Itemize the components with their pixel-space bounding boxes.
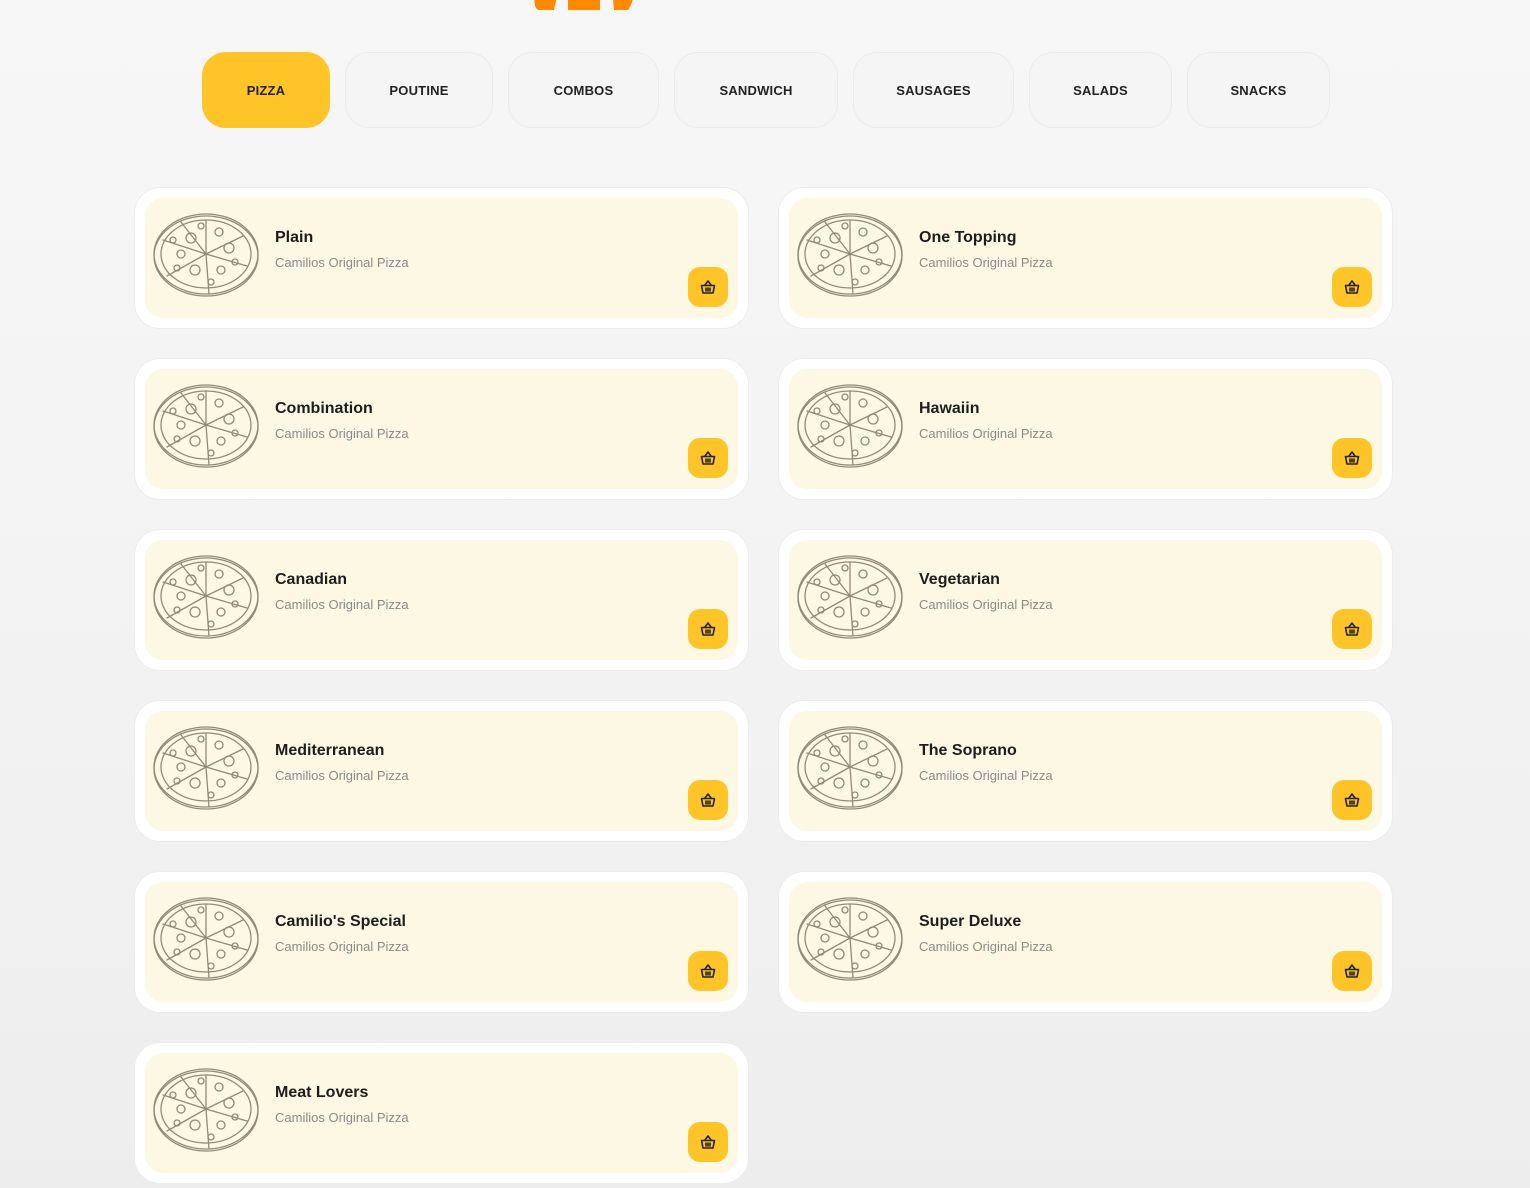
basket-icon xyxy=(700,963,716,979)
item-name: Plain xyxy=(275,229,314,246)
pizza-sketch-icon xyxy=(151,1065,261,1155)
basket-icon xyxy=(1344,792,1360,808)
basket-icon xyxy=(1344,450,1360,466)
add-to-cart-button[interactable] xyxy=(688,780,728,820)
add-to-cart-button[interactable] xyxy=(688,438,728,478)
item-subtitle: Camilios Original Pizza xyxy=(275,255,409,270)
item-name: Combination xyxy=(275,400,373,417)
menu-item-card[interactable]: Hawaiin Camilios Original Pizza xyxy=(778,358,1393,500)
menu-item-panel: Canadian Camilios Original Pizza xyxy=(145,540,738,660)
menu-item-card[interactable]: Camilio's Special Camilios Original Pizz… xyxy=(134,871,749,1013)
menu-item-panel: One Topping Camilios Original Pizza xyxy=(789,198,1382,318)
item-subtitle: Camilios Original Pizza xyxy=(919,597,1053,612)
add-to-cart-button[interactable] xyxy=(688,609,728,649)
pizza-sketch-icon xyxy=(795,552,905,642)
item-name: Camilio's Special xyxy=(275,913,406,930)
menu-item-panel: Meat Lovers Camilios Original Pizza xyxy=(145,1053,738,1173)
add-to-cart-button[interactable] xyxy=(688,951,728,991)
menu-item-panel: Hawaiin Camilios Original Pizza xyxy=(789,369,1382,489)
add-to-cart-button[interactable] xyxy=(688,1122,728,1162)
item-subtitle: Camilios Original Pizza xyxy=(275,597,409,612)
pizza-sketch-icon xyxy=(151,723,261,813)
menu-item-panel: Super Deluxe Camilios Original Pizza xyxy=(789,882,1382,1002)
item-name: One Topping xyxy=(919,229,1017,246)
pizza-sketch-icon xyxy=(151,552,261,642)
pizza-sketch-icon xyxy=(151,210,261,300)
basket-icon xyxy=(700,450,716,466)
menu-item-panel: Mediterranean Camilios Original Pizza xyxy=(145,711,738,831)
item-name: Canadian xyxy=(275,571,348,588)
basket-icon xyxy=(700,1134,716,1150)
tab-combos[interactable]: COMBOS xyxy=(508,52,659,128)
tab-sandwich[interactable]: SANDWICH xyxy=(674,52,838,128)
menu-item-card[interactable]: The Soprano Camilios Original Pizza xyxy=(778,700,1393,842)
pizza-sketch-icon xyxy=(151,381,261,471)
basket-icon xyxy=(700,279,716,295)
tab-poutine[interactable]: POUTINE xyxy=(345,52,493,128)
item-subtitle: Camilios Original Pizza xyxy=(919,768,1053,783)
item-name: Meat Lovers xyxy=(275,1084,369,1101)
pizza-sketch-icon xyxy=(795,381,905,471)
basket-icon xyxy=(1344,963,1360,979)
add-to-cart-button[interactable] xyxy=(1332,951,1372,991)
basket-icon xyxy=(1344,621,1360,637)
item-name: Super Deluxe xyxy=(919,913,1022,930)
item-subtitle: Camilios Original Pizza xyxy=(919,939,1053,954)
pizza-sketch-icon xyxy=(795,894,905,984)
menu-item-card[interactable]: Mediterranean Camilios Original Pizza xyxy=(134,700,749,842)
menu-item-card[interactable]: One Topping Camilios Original Pizza xyxy=(778,187,1393,329)
item-name: Vegetarian xyxy=(919,571,1000,588)
item-subtitle: Camilios Original Pizza xyxy=(919,426,1053,441)
add-to-cart-button[interactable] xyxy=(688,267,728,307)
tab-snacks[interactable]: SNACKS xyxy=(1187,52,1330,128)
menu-item-panel: Vegetarian Camilios Original Pizza xyxy=(789,540,1382,660)
pizza-sketch-icon xyxy=(795,210,905,300)
item-subtitle: Camilios Original Pizza xyxy=(275,939,409,954)
pizza-sketch-icon xyxy=(151,894,261,984)
menu-item-card[interactable]: Meat Lovers Camilios Original Pizza xyxy=(134,1042,749,1184)
item-subtitle: Camilios Original Pizza xyxy=(275,768,409,783)
add-to-cart-button[interactable] xyxy=(1332,267,1372,307)
item-subtitle: Camilios Original Pizza xyxy=(275,426,409,441)
basket-icon xyxy=(700,621,716,637)
item-subtitle: Camilios Original Pizza xyxy=(919,255,1053,270)
menu-item-card[interactable]: Combination Camilios Original Pizza xyxy=(134,358,749,500)
add-to-cart-button[interactable] xyxy=(1332,438,1372,478)
menu-item-panel: The Soprano Camilios Original Pizza xyxy=(789,711,1382,831)
menu-item-panel: Camilio's Special Camilios Original Pizz… xyxy=(145,882,738,1002)
basket-icon xyxy=(700,792,716,808)
menu-item-card[interactable]: Super Deluxe Camilios Original Pizza xyxy=(778,871,1393,1013)
item-subtitle: Camilios Original Pizza xyxy=(275,1110,409,1125)
add-to-cart-button[interactable] xyxy=(1332,609,1372,649)
menu-item-panel: Plain Camilios Original Pizza xyxy=(145,198,738,318)
item-name: The Soprano xyxy=(919,742,1017,759)
menu-item-card[interactable]: Vegetarian Camilios Original Pizza xyxy=(778,529,1393,671)
menu-item-panel: Combination Camilios Original Pizza xyxy=(145,369,738,489)
logo-fragment-icon xyxy=(534,0,633,10)
basket-icon xyxy=(1344,279,1360,295)
pizza-sketch-icon xyxy=(795,723,905,813)
menu-item-card[interactable]: Plain Camilios Original Pizza xyxy=(134,187,749,329)
add-to-cart-button[interactable] xyxy=(1332,780,1372,820)
item-name: Mediterranean xyxy=(275,742,385,759)
item-name: Hawaiin xyxy=(919,400,980,417)
tab-sausages[interactable]: SAUSAGES xyxy=(853,52,1014,128)
category-tabs: PIZZA POUTINE COMBOS SANDWICH SAUSAGES S… xyxy=(202,52,1345,128)
tab-pizza[interactable]: PIZZA xyxy=(202,52,330,128)
menu-item-card[interactable]: Canadian Camilios Original Pizza xyxy=(134,529,749,671)
tab-salads[interactable]: SALADS xyxy=(1029,52,1172,128)
